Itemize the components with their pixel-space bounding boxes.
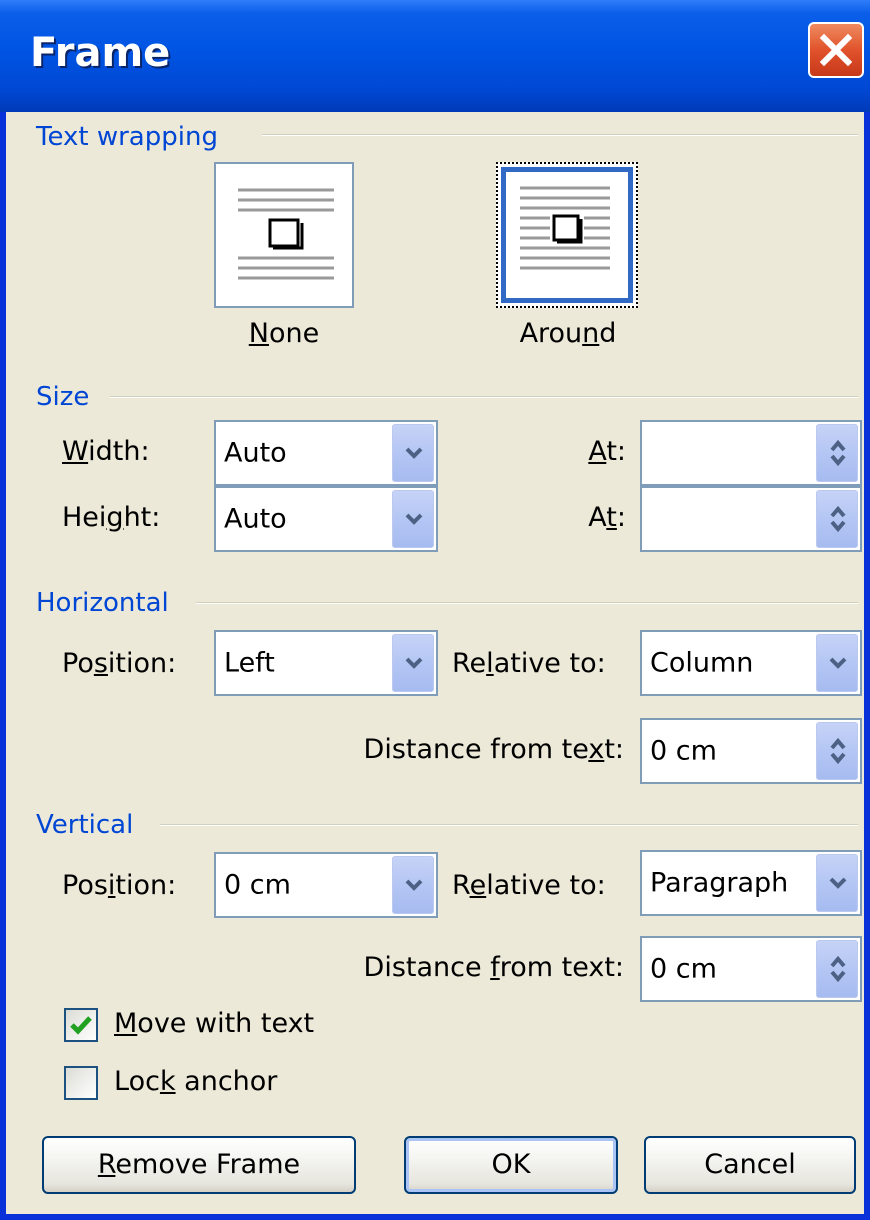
chevron-down-icon: [829, 657, 847, 669]
vertical-distance-spinner[interactable]: 0 cm: [640, 936, 862, 1002]
move-with-text-checkbox[interactable]: [64, 1008, 98, 1042]
vertical-position-value: 0 cm: [224, 869, 291, 901]
horizontal-distance-value: 0 cm: [650, 735, 717, 767]
horizontal-distance-spin-button[interactable]: [816, 722, 858, 780]
close-button[interactable]: [808, 22, 864, 78]
horizontal-relative-to-label: Relative to:: [452, 648, 606, 679]
vertical-divider: [160, 824, 858, 826]
vertical-position-label: Position:: [62, 870, 177, 901]
vertical-relative-to-dropdown-button[interactable]: [816, 854, 858, 912]
wrap-around-label: Around: [519, 318, 617, 349]
wrap-none-label: None: [248, 318, 320, 349]
cancel-button[interactable]: Cancel: [644, 1136, 856, 1194]
vertical-distance-value: 0 cm: [650, 953, 717, 985]
width-label: Width:: [62, 436, 150, 467]
size-group-label: Size: [36, 382, 90, 412]
move-with-text-label[interactable]: Move with text: [114, 1008, 314, 1039]
height-at-spin-button[interactable]: [816, 490, 858, 548]
text-wrapping-group-label: Text wrapping: [36, 122, 218, 152]
horizontal-group-label: Horizontal: [36, 588, 169, 618]
height-dropdown[interactable]: Auto: [214, 486, 438, 552]
vertical-distance-spin-button[interactable]: [816, 940, 858, 998]
vertical-relative-to-label: Relative to:: [452, 870, 606, 901]
horizontal-position-value: Left: [224, 647, 275, 679]
frame-dialog: Frame Text wrapping None Around Size Wid…: [0, 0, 870, 1220]
wrap-around-option[interactable]: [496, 162, 638, 308]
size-divider: [110, 396, 858, 398]
vertical-position-dropdown[interactable]: 0 cm: [214, 852, 438, 918]
vertical-relative-to-value: Paragraph: [650, 867, 789, 899]
checkmark-icon: [70, 1016, 92, 1035]
height-value: Auto: [224, 503, 287, 535]
lock-anchor-label[interactable]: Lock anchor: [114, 1066, 277, 1097]
horizontal-relative-to-dropdown[interactable]: Column: [640, 630, 862, 696]
height-at-label: At:: [588, 502, 626, 533]
wrap-around-icon: [520, 186, 610, 270]
close-icon: [819, 33, 853, 67]
width-dropdown[interactable]: Auto: [214, 420, 438, 486]
horizontal-relative-to-dropdown-button[interactable]: [816, 634, 858, 692]
spin-arrows-icon: [830, 955, 846, 983]
horizontal-divider: [196, 602, 858, 604]
horizontal-position-label: Position:: [62, 648, 177, 679]
chevron-down-icon: [405, 447, 423, 459]
width-at-label: At:: [588, 436, 626, 467]
spin-arrows-icon: [830, 505, 846, 533]
chevron-down-icon: [829, 877, 847, 889]
wrap-none-icon: [238, 188, 334, 280]
ok-button[interactable]: OK: [404, 1136, 618, 1194]
horizontal-position-dropdown-button[interactable]: [392, 634, 434, 692]
width-value: Auto: [224, 437, 287, 469]
remove-frame-button[interactable]: Remove Frame: [42, 1136, 356, 1194]
vertical-distance-label: Distance from text:: [363, 952, 624, 983]
dialog-title: Frame: [30, 30, 171, 76]
horizontal-position-dropdown[interactable]: Left: [214, 630, 438, 696]
lock-anchor-checkbox[interactable]: [64, 1066, 98, 1100]
vertical-group-label: Vertical: [36, 810, 134, 840]
vertical-position-dropdown-button[interactable]: [392, 856, 434, 914]
spin-arrows-icon: [830, 439, 846, 467]
height-label: Height:: [62, 502, 161, 533]
spin-arrows-icon: [830, 737, 846, 765]
width-at-spin-button[interactable]: [816, 424, 858, 482]
chevron-down-icon: [405, 513, 423, 525]
horizontal-distance-spinner[interactable]: 0 cm: [640, 718, 862, 784]
wrap-none-option[interactable]: [214, 162, 354, 308]
chevron-down-icon: [405, 879, 423, 891]
text-wrapping-divider: [262, 134, 858, 136]
chevron-down-icon: [405, 657, 423, 669]
width-dropdown-button[interactable]: [392, 424, 434, 482]
height-dropdown-button[interactable]: [392, 490, 434, 548]
width-at-spinner[interactable]: [640, 420, 862, 486]
vertical-relative-to-dropdown[interactable]: Paragraph: [640, 850, 862, 916]
height-at-spinner[interactable]: [640, 486, 862, 552]
horizontal-relative-to-value: Column: [650, 647, 754, 679]
title-bar[interactable]: Frame: [0, 0, 870, 112]
horizontal-distance-label: Distance from text:: [363, 734, 624, 765]
